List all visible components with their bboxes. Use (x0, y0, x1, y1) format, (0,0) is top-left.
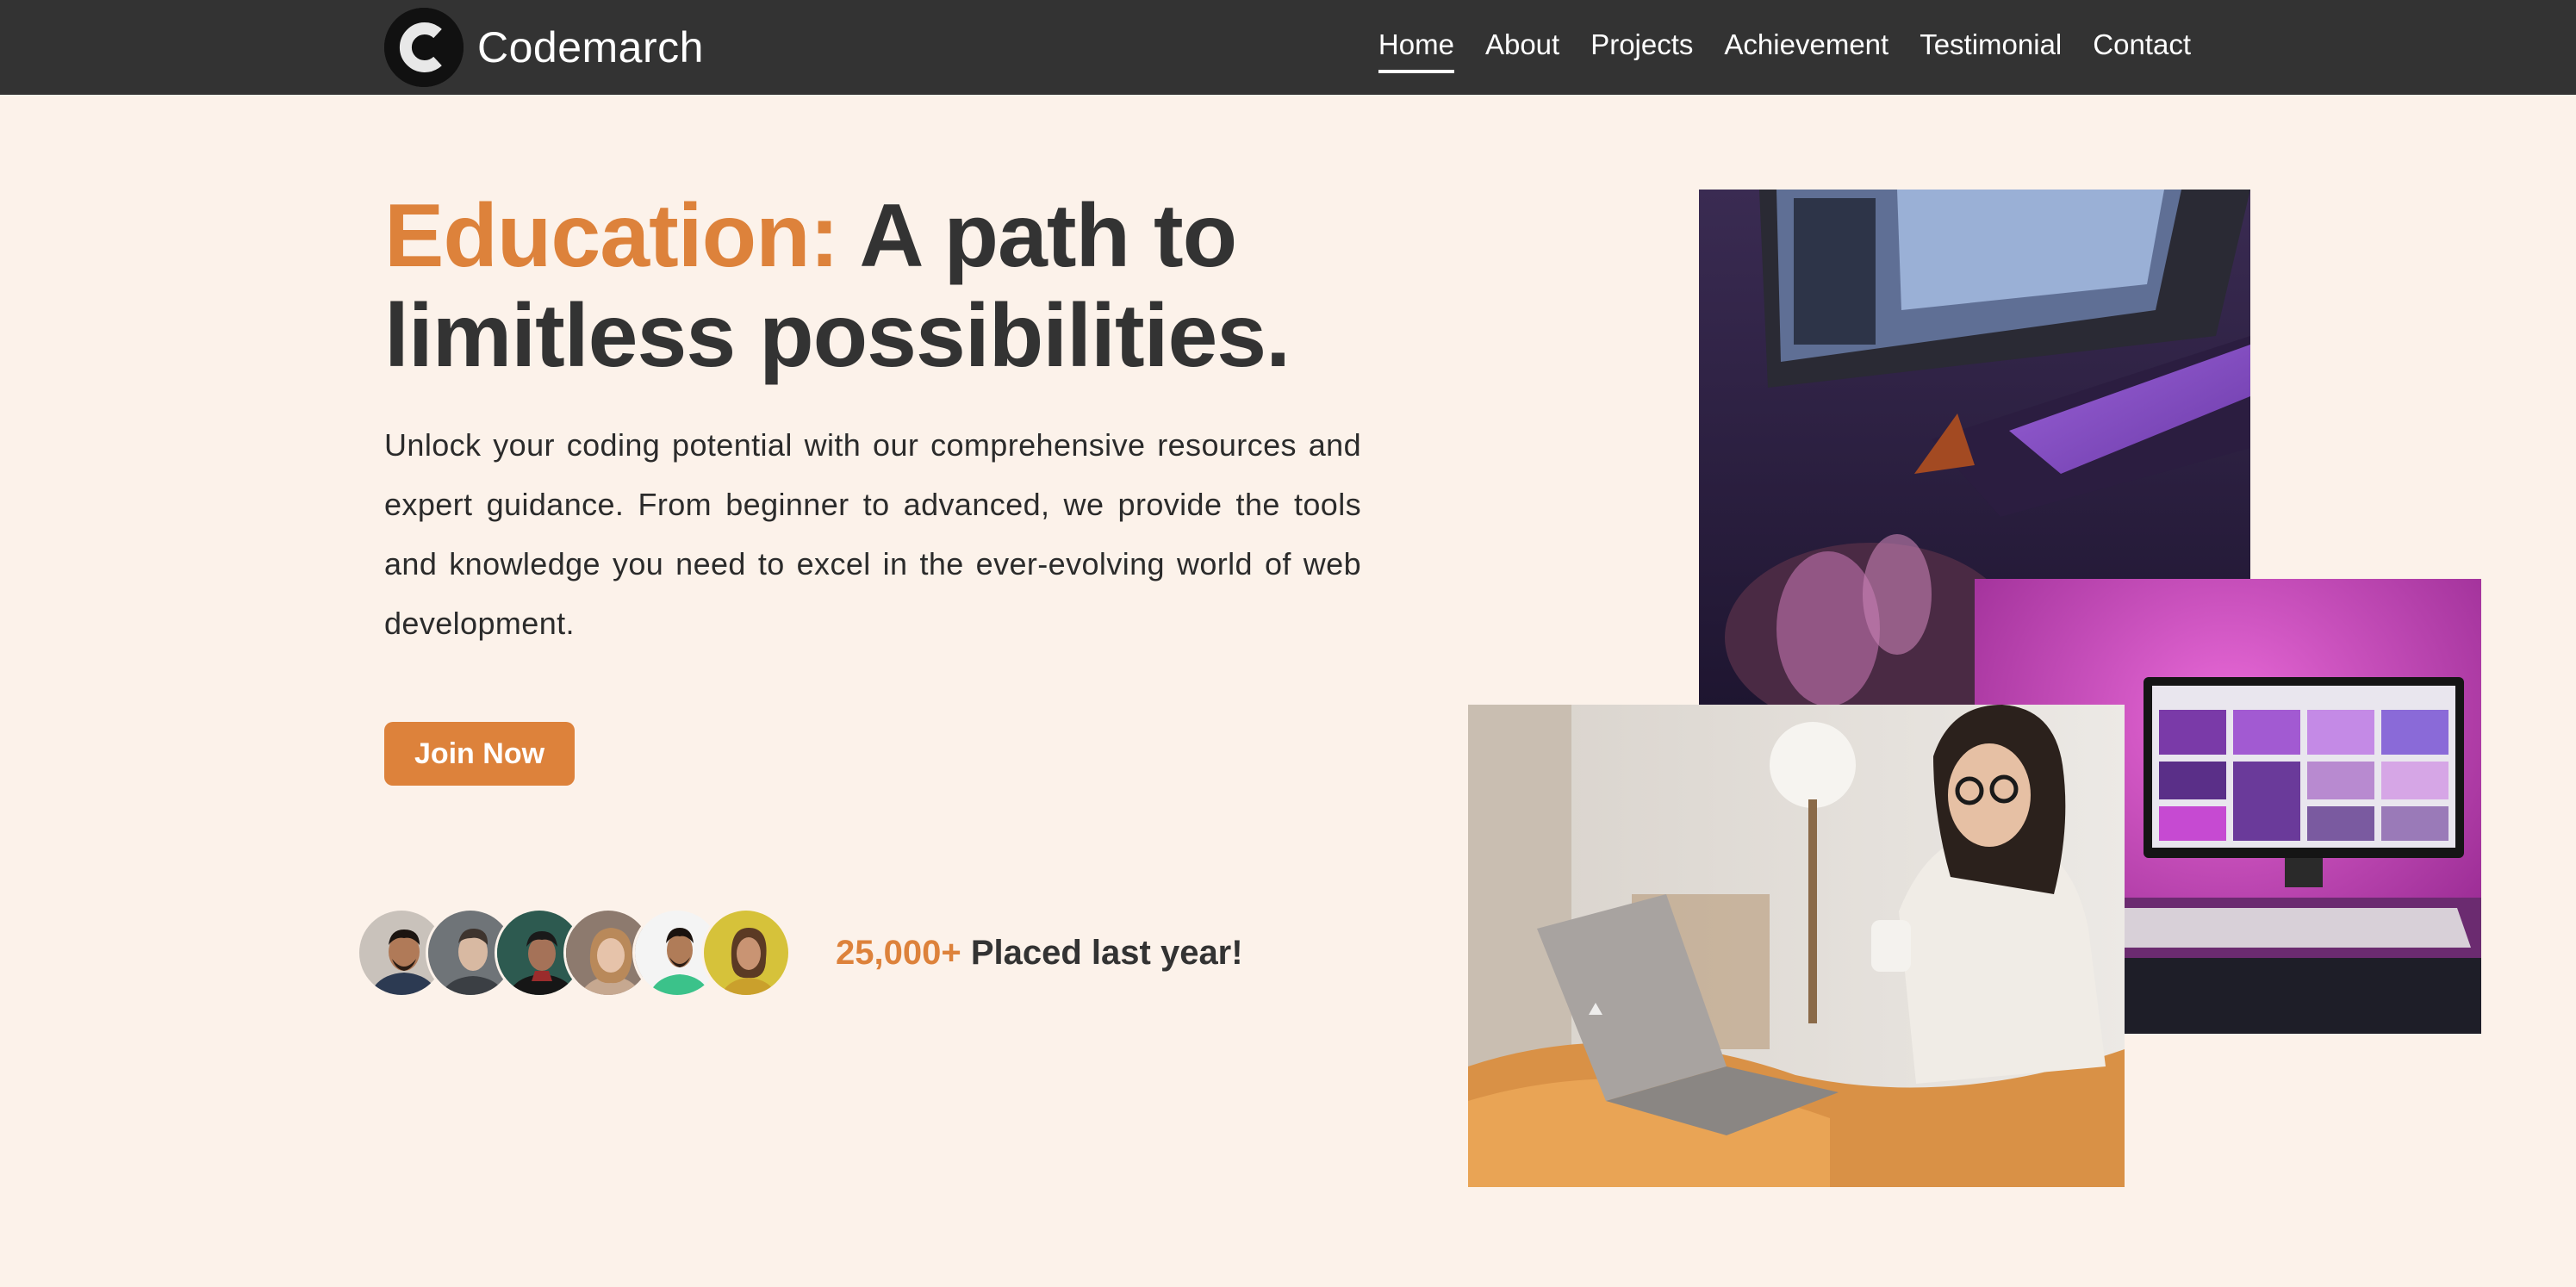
navbar: Codemarch Home About Projects Achievemen… (0, 0, 2576, 95)
hero-image-collage (1468, 188, 2481, 1187)
hero-title-accent: Education: (384, 186, 839, 286)
nav-link-contact[interactable]: Contact (2093, 28, 2191, 66)
student-avatars (357, 908, 796, 998)
nav-link-testimonial[interactable]: Testimonial (1920, 28, 2062, 66)
hero-title: Education: A path to limitless possibili… (384, 186, 1375, 386)
main-nav: Home About Projects Achievement Testimon… (1347, 0, 2191, 95)
logo-icon (384, 8, 464, 87)
woman-laptop-image (1468, 705, 2125, 1187)
nav-link-projects[interactable]: Projects (1590, 28, 1693, 66)
nav-link-home[interactable]: Home (1378, 28, 1454, 73)
join-now-button[interactable]: Join Now (384, 722, 575, 786)
nav-link-about[interactable]: About (1485, 28, 1559, 66)
placed-label: Placed last year! (970, 934, 1243, 972)
hero-description: Unlock your coding potential with our co… (384, 427, 1361, 641)
avatar (701, 908, 791, 998)
brand[interactable]: Codemarch (384, 8, 704, 87)
placed-count: 25,000+ (836, 934, 961, 972)
placed-stat: 25,000+ Placed last year! (836, 934, 1243, 973)
nav-link-achievement[interactable]: Achievement (1724, 28, 1888, 66)
brand-name: Codemarch (477, 23, 704, 72)
